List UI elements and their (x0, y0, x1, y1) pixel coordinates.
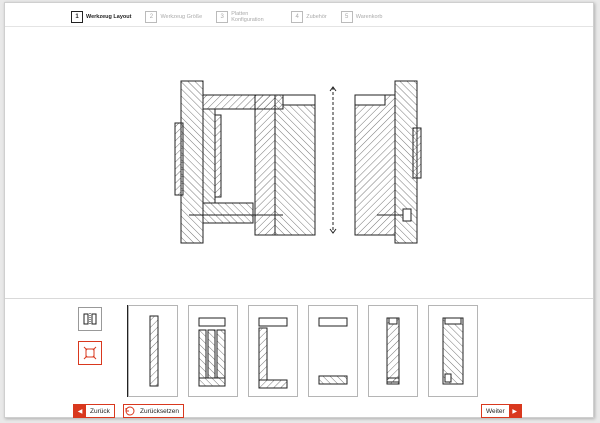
step-navigation: 1 Werkzeug Layout 2 Werkzeug Größe 3 Pla… (71, 8, 396, 26)
reset-icon (125, 406, 135, 416)
mold-plate-icon (442, 317, 464, 385)
step-label: Zubehör (306, 14, 327, 20)
step-number: 2 (145, 11, 158, 23)
step-4[interactable]: 4 Zubehör (291, 11, 327, 23)
step-5[interactable]: 5 Warenkorb (340, 11, 383, 23)
expand-frame-icon (83, 346, 97, 360)
split-mold-icon (83, 313, 97, 325)
split-view-button[interactable] (78, 307, 102, 331)
next-button[interactable]: Weiter ▶ (481, 404, 522, 418)
frame-view-button[interactable] (78, 341, 102, 365)
step-number: 1 (71, 11, 83, 23)
arrow-left-icon: ◀ (74, 405, 86, 417)
mold-drawing (165, 73, 425, 253)
step-2[interactable]: 2 Werkzeug Größe (145, 11, 202, 23)
mold-cross-section-drawing (174, 80, 422, 244)
step-label: Werkzeug Layout (86, 14, 132, 20)
step-label: Platten Konfiguration (231, 11, 264, 23)
c-frame-plate-icon (258, 317, 288, 389)
step-number: 4 (291, 11, 304, 23)
panel-divider (5, 298, 593, 299)
step-number: 5 (340, 11, 353, 23)
reset-button-label: Zurücksetzen (140, 407, 180, 415)
plate-thumbnail-4[interactable] (308, 305, 358, 397)
step-label: Werkzeug Größe (160, 14, 203, 20)
arrow-right-icon: ▶ (508, 405, 521, 417)
step-3[interactable]: 3 Platten Konfiguration (216, 11, 277, 23)
header-divider (5, 26, 593, 27)
plate-thumbnail-3[interactable] (248, 305, 298, 397)
plate-thumbnail-6[interactable] (428, 305, 478, 397)
step-1[interactable]: 1 Werkzeug Layout (71, 11, 131, 23)
reset-button[interactable]: Zurücksetzen (123, 404, 185, 418)
step-number: 3 (216, 11, 229, 23)
configurator-window: 1 Werkzeug Layout 2 Werkzeug Größe 3 Pla… (4, 2, 594, 418)
plate-thumbnail-1[interactable] (128, 305, 178, 397)
next-button-label: Weiter (486, 407, 505, 415)
step-label: Warenkorb (355, 14, 383, 20)
two-plates-icon (318, 317, 348, 385)
plate-thumbnail-5[interactable] (368, 305, 418, 397)
plate-thumbnail-2[interactable] (188, 305, 238, 397)
back-button[interactable]: ◀ Zurück (73, 404, 115, 418)
single-plate-icon (149, 315, 159, 387)
cavity-plate-icon (386, 317, 400, 385)
back-button-label: Zurück (90, 407, 110, 415)
clamp-plate-stack-icon (198, 317, 226, 387)
